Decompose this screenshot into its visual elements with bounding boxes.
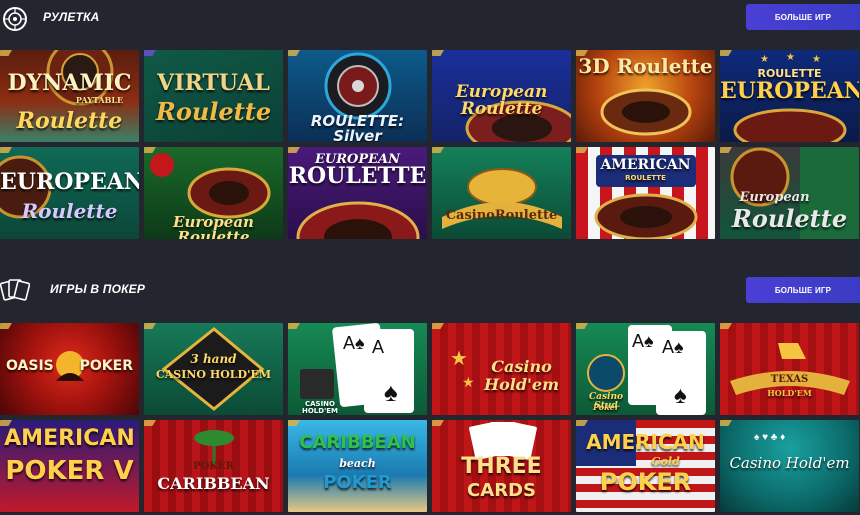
game-title-2: Roulette: [21, 199, 118, 223]
game-title-2: CARDS: [467, 480, 536, 501]
game-title: Casino Hold'em: [729, 454, 850, 472]
game-title: AMERICAN: [4, 426, 135, 451]
game-title: AMERICAN: [600, 157, 691, 173]
svg-text:A♠: A♠: [632, 331, 654, 351]
game-title: CasinoRoulette: [445, 208, 558, 223]
section-title: РУЛЕТКА: [43, 10, 100, 24]
svg-text:♠: ♠: [384, 377, 398, 407]
game-title-2: CARIBBEAN: [157, 474, 270, 493]
game-tile-european-roulette-purple[interactable]: EUROPEAN ROULETTE: [288, 147, 427, 239]
game-title: 3D Roulette: [578, 54, 713, 78]
game-title: ROULETTE: Silver: [310, 112, 405, 143]
game-tile-casino-holdem-cards[interactable]: A♠ A ♠ CASINO HOLD'EM: [288, 323, 427, 415]
game-tile-casino-stud-poker[interactable]: A♠ A♠ ♠ Casino Stud Poker: [576, 323, 715, 415]
game-title-2: POKER: [79, 358, 133, 374]
game-tile-european-roulette-table[interactable]: European Roulette: [720, 147, 859, 239]
game-tile-oasis-poker[interactable]: OASIS POKER: [0, 323, 139, 415]
svg-text:A♠: A♠: [662, 337, 684, 357]
game-title-2: POKER: [323, 472, 392, 493]
svg-text:A: A: [372, 337, 384, 357]
poker-games-grid: OASIS POKER 3 hand CASINO HOLD'EM A♠ A ♠ C…: [0, 323, 860, 512]
game-tile-caribbean-beach-poker[interactable]: CARIBBEAN beach POKER: [288, 420, 427, 512]
game-title: DYNAMIC: [7, 70, 132, 96]
game-title-2: Roulette: [16, 108, 123, 134]
game-title: VIRTUAL: [157, 70, 270, 96]
poker-section-header: ИГРЫ В ПОКЕР БОЛЬШЕ ИГР: [0, 270, 860, 310]
game-title: 3 hand: [190, 352, 237, 366]
game-title-2: CASINO HOLD'EM: [155, 368, 272, 381]
game-tile-european-roulette-blue[interactable]: European Roulette: [432, 50, 571, 142]
section-title: ИГРЫ В ПОКЕР: [50, 282, 146, 296]
more-games-button[interactable]: БОЛЬШЕ ИГР: [746, 277, 860, 303]
game-tile-casino-holdem-red[interactable]: ★ ★ Casino Hold'em: [432, 323, 571, 415]
more-games-button[interactable]: БОЛЬШЕ ИГР: [746, 4, 860, 30]
playing-cards-icon: [0, 276, 31, 302]
game-tile-casino-holdem-teal[interactable]: ♠ ♥ ♣ ♦ Casino Hold'em: [720, 420, 859, 512]
game-title: CASINO HOLD'EM: [302, 400, 338, 415]
svg-text:★: ★: [450, 348, 468, 370]
game-title: European: [739, 190, 810, 205]
svg-text:★: ★: [760, 54, 769, 65]
game-tile-roulette-silver[interactable]: ROULETTE: Silver: [288, 50, 427, 142]
roulette-wheel-icon: [2, 6, 28, 32]
game-tile-texas-holdem[interactable]: TEXAS HOLD'EM: [720, 323, 859, 415]
svg-text:♠ ♥ ♣ ♦: ♠ ♥ ♣ ♦: [754, 432, 785, 443]
game-tile-american-poker-v[interactable]: AMERICAN POKER V: [0, 420, 139, 512]
svg-text:★: ★: [812, 54, 821, 65]
game-title: European Roulette: [455, 82, 548, 119]
game-title-2: ROULETTE: [288, 163, 427, 189]
game-title: Casino: [491, 357, 552, 376]
game-title: AMERICAN: [586, 430, 705, 454]
game-title-2: POKER V: [5, 456, 134, 486]
tile-badge: [288, 420, 300, 426]
game-tile-3hand-casino-holdem[interactable]: 3 hand CASINO HOLD'EM: [144, 323, 283, 415]
svg-text:♠: ♠: [674, 382, 687, 409]
game-tile-dynamic-roulette[interactable]: DYNAMIC PAYTABLE Roulette: [0, 50, 139, 142]
game-title-2: Roulette: [155, 97, 272, 126]
game-tile-three-cards[interactable]: THREE CARDS: [432, 420, 571, 512]
svg-text:★: ★: [786, 52, 795, 63]
game-tile-caribbean-poker[interactable]: POKER CARIBBEAN: [144, 420, 283, 512]
game-title-2: ROULETTE: [625, 174, 666, 182]
game-tile-casino-roulette[interactable]: CasinoRoulette: [432, 147, 571, 239]
game-title-2: Hold'em: [483, 375, 560, 394]
game-subtitle: beach: [339, 457, 376, 470]
game-title-2: EUROPEAN: [720, 78, 859, 104]
game-title: European Roulette: [173, 213, 254, 240]
game-subtitle: Gold: [651, 455, 680, 468]
game-title-2: POKER: [599, 468, 692, 496]
game-tile-european-roulette-holiday[interactable]: European Roulette: [144, 147, 283, 239]
game-title: THREE: [461, 454, 542, 479]
roulette-section-header: РУЛЕТКА БОЛЬШЕ ИГР: [0, 0, 860, 40]
game-subtitle: PAYTABLE: [75, 95, 124, 105]
game-tile-virtual-roulette[interactable]: VIRTUAL Roulette: [144, 50, 283, 142]
game-title-2: HOLD'EM: [767, 388, 812, 398]
game-title: TEXAS: [770, 374, 809, 385]
game-title: CARIBBEAN: [299, 432, 416, 453]
roulette-games-grid: DYNAMIC PAYTABLE Roulette VIRTUAL Roulet…: [0, 50, 860, 239]
game-tile-european-roulette-green[interactable]: EUROPEAN Roulette: [0, 147, 139, 239]
game-tile-3d-roulette[interactable]: 3D Roulette: [576, 50, 715, 142]
game-title-2: Roulette: [731, 204, 848, 233]
game-title: POKER: [193, 461, 234, 472]
game-title-2: Poker: [593, 402, 619, 412]
game-tile-american-gold-poker[interactable]: AMERICAN Gold POKER: [576, 420, 715, 512]
game-tile-american-roulette[interactable]: AMERICAN ROULETTE: [576, 147, 715, 239]
game-tile-roulette-european[interactable]: ★ ★ ★ ROULETTE EUROPEAN: [720, 50, 859, 142]
svg-text:A♠: A♠: [343, 333, 365, 353]
game-title: EUROPEAN: [0, 169, 139, 195]
tile-badge: [144, 50, 156, 56]
